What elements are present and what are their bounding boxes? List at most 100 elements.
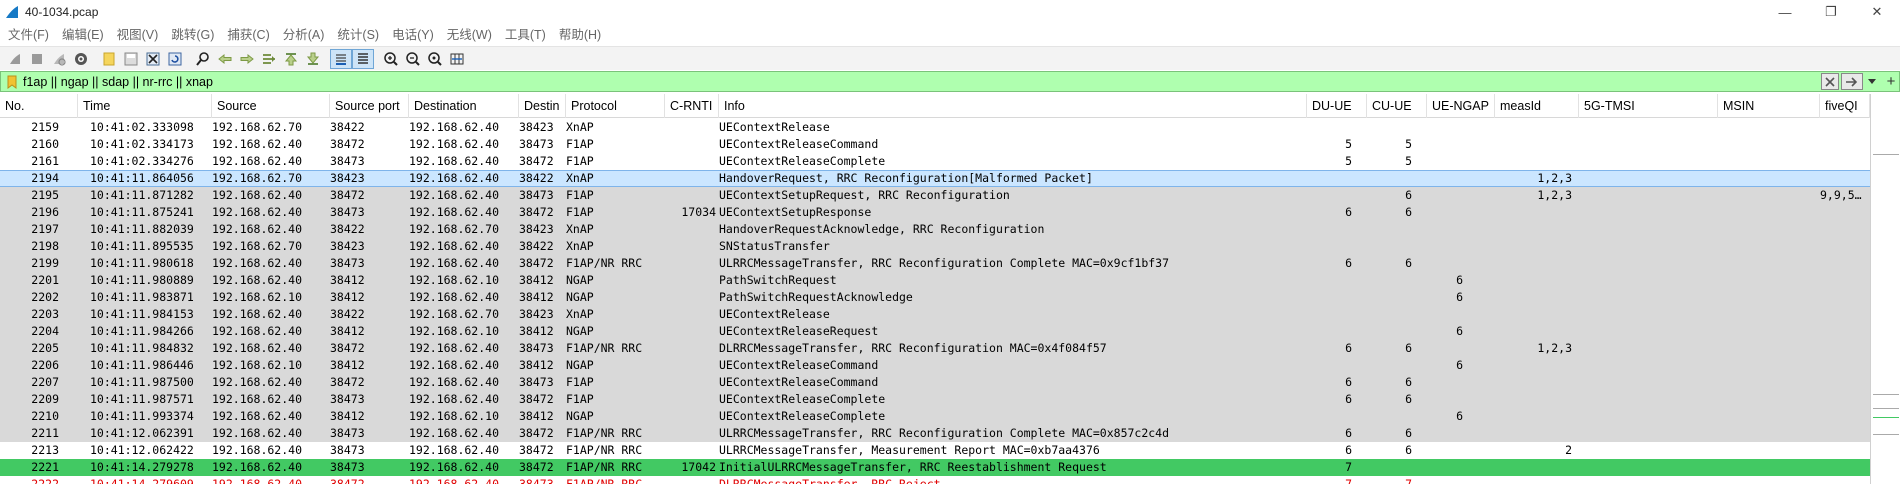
- column-header-time[interactable]: Time: [78, 94, 212, 118]
- cell-cu-ue: [1367, 238, 1412, 255]
- minimize-icon[interactable]: —: [1762, 0, 1808, 24]
- cell-5g-tmsi: [1579, 357, 1718, 374]
- column-header-5g-tmsi[interactable]: 5G-TMSI: [1579, 94, 1718, 118]
- packet-row[interactable]: 2199 10:41:11.980618 192.168.62.40 38473 192…: [0, 255, 1880, 272]
- packet-row[interactable]: 2209 10:41:11.987571 192.168.62.40 38473 192…: [0, 391, 1880, 408]
- zoom-in-icon[interactable]: [380, 49, 402, 69]
- auto-scroll-icon[interactable]: [330, 48, 352, 69]
- cell-5g-tmsi: [1579, 391, 1718, 408]
- cell-cu-ue: 6: [1405, 256, 1412, 270]
- go-to-packet-icon[interactable]: [258, 49, 280, 69]
- save-file-icon[interactable]: [120, 49, 142, 69]
- packet-row[interactable]: 2194 10:41:11.864056 192.168.62.70 38423 192…: [0, 170, 1880, 187]
- apply-filter-icon[interactable]: [1841, 73, 1863, 90]
- cell-measid: [1495, 357, 1572, 374]
- menu-item[interactable]: 无线(W): [442, 24, 497, 46]
- column-header-du-ue[interactable]: DU-UE: [1307, 94, 1367, 118]
- menu-item[interactable]: 捕获(C): [222, 24, 274, 46]
- packet-row[interactable]: 2221 10:41:14.279278 192.168.62.40 38473 192…: [0, 459, 1880, 476]
- packet-row[interactable]: 2206 10:41:11.986446 192.168.62.10 38412 192…: [0, 357, 1880, 374]
- zoom-out-icon[interactable]: [402, 49, 424, 69]
- go-back-icon[interactable]: [214, 49, 236, 69]
- packet-row[interactable]: 2196 10:41:11.875241 192.168.62.40 38473 192…: [0, 204, 1880, 221]
- column-header-c-rnti[interactable]: C-RNTI: [665, 94, 719, 118]
- cell-5g-tmsi: [1579, 255, 1718, 272]
- column-header-ue-ngap[interactable]: UE-NGAP: [1427, 94, 1495, 118]
- resize-columns-icon[interactable]: [446, 49, 468, 69]
- restore-icon[interactable]: ❐: [1808, 0, 1854, 24]
- start-capture-icon[interactable]: [4, 49, 26, 69]
- zoom-normal-icon[interactable]: [424, 49, 446, 69]
- column-header-fiveqi[interactable]: fiveQI: [1820, 94, 1870, 118]
- column-header-measid[interactable]: measId: [1495, 94, 1579, 118]
- packet-row[interactable]: 2205 10:41:11.984832 192.168.62.40 38472 192…: [0, 340, 1880, 357]
- column-header-cu-ue[interactable]: CU-UE: [1367, 94, 1427, 118]
- column-header-info[interactable]: Info: [719, 94, 1307, 118]
- packet-row[interactable]: 2202 10:41:11.983871 192.168.62.10 38412 192…: [0, 289, 1880, 306]
- cell-c-rnti: [665, 408, 716, 425]
- menu-item[interactable]: 帮助(H): [554, 24, 606, 46]
- close-icon[interactable]: ✕: [1854, 0, 1900, 24]
- restart-capture-icon[interactable]: [48, 49, 70, 69]
- menu-item[interactable]: 文件(F): [3, 24, 54, 46]
- cell-time: 10:41:02.333098: [90, 120, 194, 134]
- clear-filter-icon[interactable]: [1821, 73, 1839, 90]
- open-file-icon[interactable]: [98, 49, 120, 69]
- filter-bookmark-icon[interactable]: [4, 73, 20, 90]
- packet-list-minimap[interactable]: [1870, 94, 1900, 484]
- reload-file-icon[interactable]: [164, 49, 186, 69]
- capture-options-icon[interactable]: [70, 49, 92, 69]
- find-packet-icon[interactable]: [192, 49, 214, 69]
- display-filter-input[interactable]: [20, 72, 1819, 91]
- column-header-source-port[interactable]: Source port: [330, 94, 409, 118]
- add-filter-button-icon[interactable]: +: [1883, 73, 1899, 90]
- cell-fiveqi: [1820, 289, 1870, 306]
- packet-row[interactable]: 2222 10:41:14.279609 192.168.62.40 38472 192…: [0, 476, 1880, 484]
- column-header-no[interactable]: No.: [0, 94, 78, 118]
- cell-5g-tmsi: [1579, 187, 1718, 204]
- colorize-icon[interactable]: [352, 48, 374, 69]
- packet-row[interactable]: 2211 10:41:12.062391 192.168.62.40 38473 192…: [0, 425, 1880, 442]
- go-forward-icon[interactable]: [236, 49, 258, 69]
- packet-row[interactable]: 2204 10:41:11.984266 192.168.62.40 38412 192…: [0, 323, 1880, 340]
- cell-du-ue: [1307, 221, 1352, 238]
- go-first-icon[interactable]: [280, 49, 302, 69]
- packet-row[interactable]: 2197 10:41:11.882039 192.168.62.40 38422 192…: [0, 221, 1880, 238]
- menu-item[interactable]: 跳转(G): [166, 24, 219, 46]
- column-header-msin[interactable]: MSIN: [1718, 94, 1820, 118]
- column-header-protocol[interactable]: Protocol: [566, 94, 665, 118]
- packet-row[interactable]: 2210 10:41:11.993374 192.168.62.40 38412 192…: [0, 408, 1880, 425]
- packet-row[interactable]: 2201 10:41:11.980889 192.168.62.40 38412 192…: [0, 272, 1880, 289]
- packet-row[interactable]: 2213 10:41:12.062422 192.168.62.40 38473 192…: [0, 442, 1880, 459]
- packet-row[interactable]: 2159 10:41:02.333098 192.168.62.70 38422 192…: [0, 119, 1880, 136]
- column-header-source[interactable]: Source: [212, 94, 330, 118]
- close-file-icon[interactable]: [142, 49, 164, 69]
- packet-row[interactable]: 2195 10:41:11.871282 192.168.62.40 38472 192…: [0, 187, 1880, 204]
- cell-time: 10:41:11.980889: [90, 273, 194, 287]
- column-header-destination-port[interactable]: Destin: [519, 94, 566, 118]
- menu-item[interactable]: 统计(S): [332, 24, 384, 46]
- filter-history-dropdown-icon[interactable]: [1865, 73, 1879, 90]
- stop-capture-icon[interactable]: [26, 49, 48, 69]
- cell-msin: [1718, 255, 1820, 272]
- menu-item[interactable]: 视图(V): [112, 24, 164, 46]
- cell-no: 2204: [31, 324, 59, 338]
- cell-fiveqi: [1820, 323, 1870, 340]
- packet-row[interactable]: 2198 10:41:11.895535 192.168.62.70 38423 192…: [0, 238, 1880, 255]
- column-header-destination[interactable]: Destination: [409, 94, 519, 118]
- menu-item[interactable]: 工具(T): [500, 24, 551, 46]
- packet-row[interactable]: 2160 10:41:02.334173 192.168.62.40 38472 192…: [0, 136, 1880, 153]
- cell-measid: 2: [1565, 443, 1572, 457]
- cell-msin: [1718, 171, 1820, 188]
- cell-destination: 192.168.62.10: [409, 324, 500, 338]
- go-last-icon[interactable]: [302, 49, 324, 69]
- cell-source-port: 38472: [330, 188, 365, 202]
- menu-item[interactable]: 分析(A): [278, 24, 330, 46]
- packet-row[interactable]: 2203 10:41:11.984153 192.168.62.40 38422 192…: [0, 306, 1880, 323]
- menu-item[interactable]: 编辑(E): [57, 24, 109, 46]
- menu-item[interactable]: 电话(Y): [387, 24, 439, 46]
- packet-row[interactable]: 2207 10:41:11.987500 192.168.62.40 38472 192…: [0, 374, 1880, 391]
- cell-msin: [1718, 323, 1820, 340]
- packet-row[interactable]: 2161 10:41:02.334276 192.168.62.40 38473 192…: [0, 153, 1880, 170]
- cell-msin: [1718, 357, 1820, 374]
